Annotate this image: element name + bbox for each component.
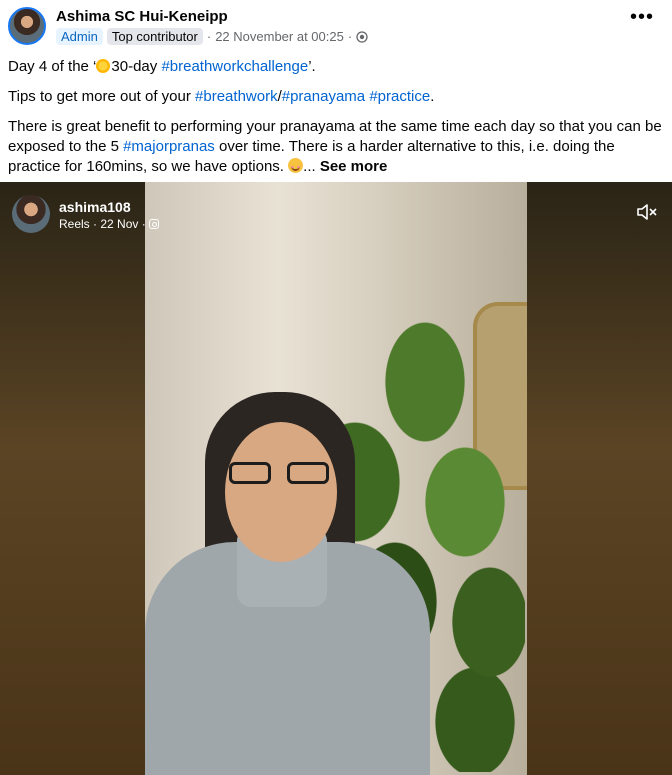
post-meta: Admin Top contributor · 22 November at 0… — [56, 28, 368, 45]
video-frame[interactable] — [145, 182, 527, 775]
person-face — [225, 422, 337, 562]
reel-video[interactable]: ashima108 Reels · 22 Nov · — [0, 182, 672, 775]
hashtag-link[interactable]: #breathworkchallenge — [161, 58, 308, 75]
globe-icon — [356, 30, 368, 43]
smiling-emoji-icon — [288, 158, 304, 173]
post-timestamp[interactable]: 22 November at 00:25 — [215, 29, 344, 44]
reel-subtitle: Reels · 22 Nov · — [59, 217, 159, 231]
post-line-1: Day 4 of the ‘30-day #breathworkchalleng… — [8, 58, 316, 75]
see-more-link[interactable]: See more — [320, 158, 388, 175]
top-contributor-badge: Top contributor — [106, 28, 203, 45]
instagram-icon — [148, 219, 159, 229]
reel-author-avatar[interactable] — [12, 195, 50, 233]
meta-separator: · — [206, 29, 212, 44]
more-options-button[interactable]: ••• — [630, 7, 654, 27]
hashtag-link[interactable]: #breathwork — [195, 88, 278, 105]
post-text: Day 4 of the ‘30-day #breathworkchalleng… — [0, 57, 672, 177]
hashtag-link[interactable]: #pranayama — [282, 88, 365, 105]
post-line-2: Tips to get more out of your #breathwork… — [8, 88, 435, 105]
reel-username[interactable]: ashima108 — [59, 199, 131, 215]
author-name[interactable]: Ashima SC Hui-Keneipp — [56, 8, 228, 25]
author-avatar[interactable] — [8, 7, 46, 45]
hashtag-link[interactable]: #practice — [369, 88, 430, 105]
hashtag-link[interactable]: #majorpranas — [123, 138, 215, 155]
sun-emoji-icon — [96, 59, 111, 73]
speaker-muted-icon[interactable] — [636, 202, 658, 222]
meta-separator: · — [347, 29, 353, 44]
post-header: Ashima SC Hui-Keneipp Admin Top contribu… — [0, 0, 672, 52]
post-card: Ashima SC Hui-Keneipp Admin Top contribu… — [0, 0, 672, 775]
person-glasses — [229, 462, 333, 486]
admin-badge: Admin — [56, 28, 103, 45]
post-line-3: There is great benefit to performing you… — [8, 118, 662, 175]
